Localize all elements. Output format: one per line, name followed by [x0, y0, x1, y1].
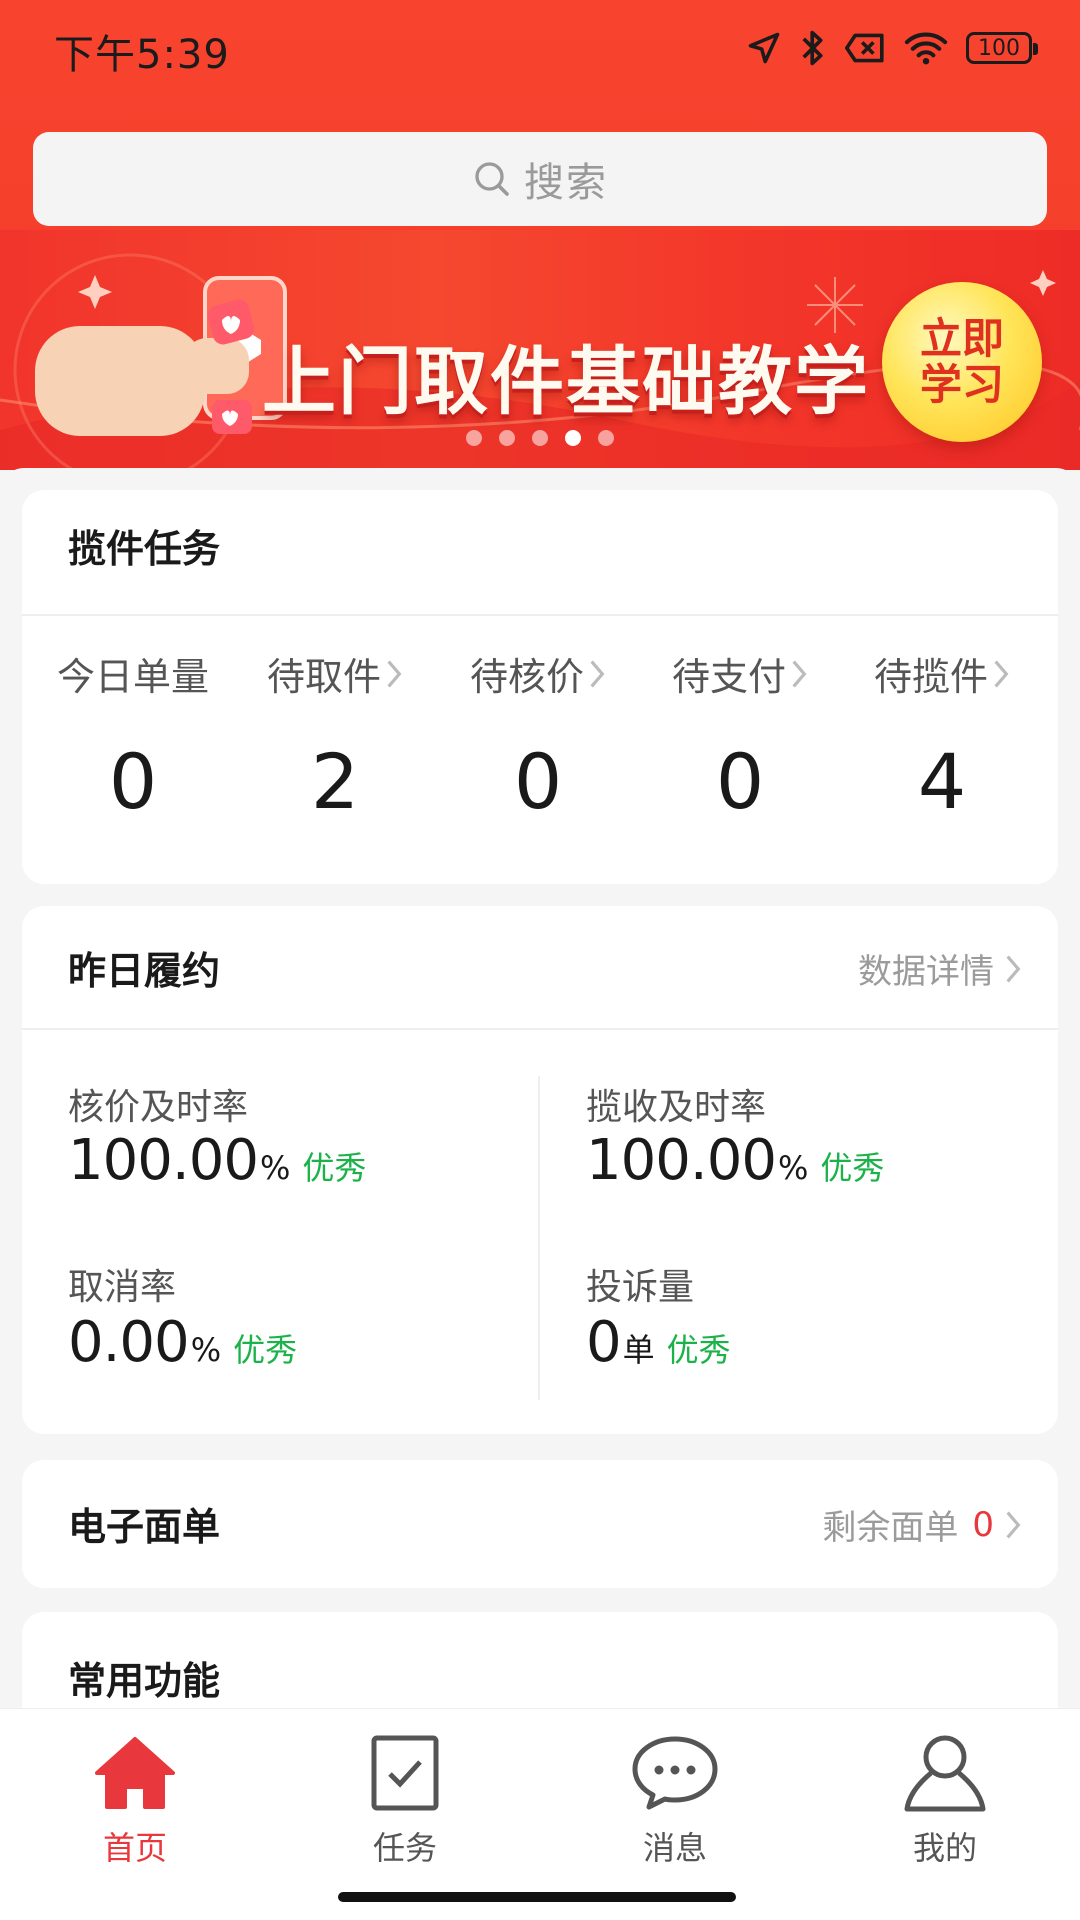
data-details-label: 数据详情: [858, 952, 994, 992]
metric-number: 100.00: [586, 1128, 777, 1193]
metric-number: 0.00: [68, 1310, 190, 1375]
tab-home[interactable]: 首页: [35, 1731, 235, 1869]
pickup-tasks-card: 揽件任务 今日单量 0 待取件 2 待核价 0 待支付 0 待揽件 4: [22, 490, 1058, 884]
card-divider: [22, 1028, 1058, 1030]
no-sim-icon: [844, 33, 884, 63]
task-stat-label: 待支付: [671, 655, 786, 699]
chevron-right-icon: [1006, 1511, 1021, 1538]
pager-dot: [532, 430, 548, 446]
waybill-remaining-link[interactable]: 剩余面单 0: [822, 1500, 1022, 1549]
banner-learn-button[interactable]: 立即学习: [882, 282, 1042, 442]
home-indicator: [338, 1892, 736, 1902]
bottom-tab-bar: 首页 任务 消息 我的: [0, 1708, 1080, 1920]
common-functions-title: 常用功能: [68, 1659, 221, 1703]
metric-unit: %: [259, 1149, 291, 1187]
tab-messages[interactable]: 消息: [575, 1731, 775, 1869]
metric-unit: %: [190, 1331, 222, 1369]
tab-label: 消息: [642, 1829, 707, 1867]
chevron-right-icon: [1006, 955, 1021, 982]
banner-pager: [466, 430, 614, 446]
pager-dot: [499, 430, 515, 446]
task-stat-value: 2: [310, 737, 360, 826]
metric-unit: 单: [622, 1331, 655, 1369]
task-stat-value: 0: [108, 737, 158, 826]
banner-learn-label: 立即学习: [919, 314, 1004, 409]
task-icon: [371, 1735, 439, 1811]
metric-divider: [538, 1076, 540, 1400]
chevron-right-icon: [387, 660, 402, 687]
status-bar: 下午5:39 100: [0, 0, 1080, 96]
task-stat-label: 待核价: [469, 655, 584, 699]
chevron-right-icon: [792, 660, 807, 687]
chevron-right-icon: [590, 660, 605, 687]
task-stat-to-pickup[interactable]: 待取件 2: [250, 646, 420, 826]
location-arrow-icon: [748, 32, 780, 64]
task-stat-label: 今日单量: [56, 655, 209, 699]
search-icon: [475, 162, 509, 196]
profile-icon: [904, 1735, 986, 1812]
waybill-remaining-label: 剩余面单: [822, 1508, 959, 1548]
task-stat-value: 0: [715, 737, 765, 826]
metric-grade: 优秀: [233, 1331, 298, 1369]
home-icon: [95, 1737, 175, 1809]
pager-dot: [598, 430, 614, 446]
message-icon: [632, 1736, 718, 1810]
card-divider: [22, 614, 1058, 616]
main-content: 揽件任务 今日单量 0 待取件 2 待核价 0 待支付 0 待揽件 4 昨日履约…: [0, 468, 1080, 1772]
search-placeholder: 搜索: [524, 160, 608, 206]
fulfillment-card: 昨日履约 数据详情 核价及时率 100.00 % 优秀 揽收及时率 100.00…: [22, 906, 1058, 1434]
metric-grade: 优秀: [666, 1331, 731, 1369]
pickup-tasks-title: 揽件任务: [68, 527, 221, 571]
task-stat-today: 今日单量 0: [48, 646, 218, 826]
battery-icon: 100: [966, 32, 1038, 64]
task-stat-value: 0: [513, 737, 563, 826]
tab-label: 我的: [912, 1829, 977, 1867]
metric-value: 100.00 % 优秀: [68, 1128, 366, 1193]
metric-label: 投诉量: [586, 1267, 695, 1308]
waybill-title: 电子面单: [68, 1505, 221, 1549]
task-stat-to-price[interactable]: 待核价 0: [453, 646, 623, 826]
task-stat-label: 待取件: [266, 655, 381, 699]
task-stat-value: 4: [917, 737, 967, 826]
metric-number: 100.00: [68, 1128, 259, 1193]
metric-value: 0 单 优秀: [586, 1310, 731, 1375]
metric-label: 揽收及时率: [586, 1087, 767, 1128]
metric-value: 0.00 % 优秀: [68, 1310, 297, 1375]
wifi-icon: [904, 32, 948, 65]
bluetooth-icon: [802, 30, 823, 66]
metric-value: 100.00 % 优秀: [586, 1128, 884, 1193]
tab-tasks[interactable]: 任务: [305, 1731, 505, 1869]
status-icons: 100: [746, 24, 1038, 72]
task-stats: 今日单量 0 待取件 2 待核价 0 待支付 0 待揽件 4: [22, 646, 1058, 846]
pager-dot: [466, 430, 482, 446]
pager-dot: [565, 430, 581, 446]
metric-label: 核价及时率: [68, 1087, 249, 1128]
waybill-remaining-count: 0: [972, 1504, 994, 1545]
status-time: 下午5:39: [54, 32, 230, 78]
banner-title: 上门取件基础教学: [262, 339, 870, 425]
metric-unit: %: [777, 1149, 809, 1187]
battery-level: 100: [978, 35, 1020, 61]
fulfillment-title: 昨日履约: [68, 949, 221, 993]
tab-label: 任务: [372, 1829, 437, 1867]
tab-profile[interactable]: 我的: [845, 1731, 1045, 1869]
search-bar[interactable]: 搜索: [33, 132, 1047, 226]
metric-label: 取消率: [68, 1267, 177, 1308]
metric-grade: 优秀: [820, 1149, 885, 1187]
metric-grade: 优秀: [302, 1149, 367, 1187]
task-stat-label: 待揽件: [873, 655, 988, 699]
data-details-link[interactable]: 数据详情: [858, 944, 1022, 993]
task-stat-to-pay[interactable]: 待支付 0: [655, 646, 825, 826]
chevron-right-icon: [994, 660, 1009, 687]
waybill-card[interactable]: 电子面单 剩余面单 0: [22, 1460, 1058, 1588]
metric-number: 0: [586, 1310, 622, 1375]
task-stat-to-collect[interactable]: 待揽件 4: [857, 646, 1027, 826]
tab-label: 首页: [102, 1829, 167, 1867]
